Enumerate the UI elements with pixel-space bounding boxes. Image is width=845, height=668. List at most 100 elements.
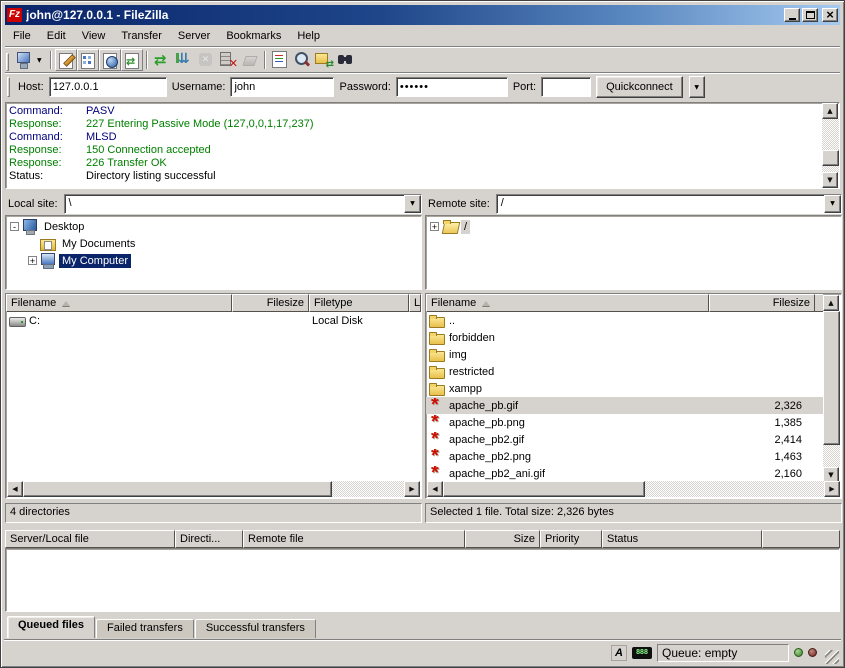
disconnect-button[interactable] <box>217 49 239 71</box>
column-header[interactable]: Filesize <box>232 294 309 312</box>
remote-vertical-scrollbar[interactable] <box>823 295 840 483</box>
scroll-left-icon[interactable] <box>427 481 443 497</box>
queue-column-header[interactable]: Priority <box>540 530 602 548</box>
file-row[interactable]: img <box>426 346 824 363</box>
quickconnect-gripper[interactable] <box>7 77 10 97</box>
menu-item[interactable]: Transfer <box>113 28 170 44</box>
speed-limits-icon[interactable]: 888 <box>632 647 652 659</box>
toolbar-separator[interactable] <box>50 51 52 69</box>
menu-item[interactable]: Bookmarks <box>218 28 289 44</box>
file-row[interactable]: apache_pb.gif 2,326 <box>426 397 824 414</box>
queue-column-header[interactable]: Server/Local file <box>5 530 175 548</box>
queue-tab[interactable]: Queued files <box>7 616 95 638</box>
expand-expander-icon[interactable]: + <box>430 222 439 231</box>
toggle-remote-tree-button[interactable] <box>99 49 121 71</box>
collapse-expander-icon[interactable]: - <box>10 222 19 231</box>
remote-horizontal-scrollbar[interactable] <box>427 481 840 497</box>
scroll-left-icon[interactable] <box>7 481 23 497</box>
file-row[interactable]: apache_pb2_ani.gif 2,160 <box>426 465 824 482</box>
toolbar-gripper[interactable] <box>6 53 9 71</box>
scroll-thumb[interactable] <box>822 150 839 166</box>
menu-item[interactable]: View <box>74 28 114 44</box>
process-queue-button[interactable] <box>173 49 195 71</box>
chevron-down-icon[interactable] <box>404 195 421 213</box>
site-manager-dropdown[interactable] <box>35 49 47 71</box>
scroll-track[interactable] <box>823 311 840 467</box>
filter-button[interactable] <box>269 49 291 71</box>
site-manager-button[interactable] <box>13 49 35 71</box>
log-vertical-scrollbar[interactable] <box>822 103 839 188</box>
cancel-operation-button[interactable] <box>195 49 217 71</box>
local-pane: Local site: \ - Desktop My Documents + M… <box>5 192 422 524</box>
tree-item-my-computer[interactable]: + My Computer <box>10 252 421 269</box>
column-header[interactable]: L <box>409 294 421 312</box>
tree-item-my-documents[interactable]: My Documents <box>10 235 421 252</box>
local-horizontal-scrollbar[interactable] <box>7 481 420 497</box>
toolbar-separator[interactable] <box>146 51 148 69</box>
maximize-button[interactable] <box>802 8 818 22</box>
toggle-message-log-button[interactable] <box>55 49 77 71</box>
menu-item[interactable]: Edit <box>39 28 74 44</box>
quickconnect-button[interactable]: Quickconnect <box>596 76 683 98</box>
find-files-button[interactable] <box>335 49 357 71</box>
close-button[interactable] <box>822 8 838 22</box>
queue-list-body[interactable] <box>5 548 840 612</box>
file-row[interactable]: apache_pb2.png 1,463 <box>426 448 824 465</box>
synchronized-browsing-button[interactable] <box>313 49 335 71</box>
scroll-thumb[interactable] <box>823 311 840 445</box>
username-input[interactable] <box>230 77 334 97</box>
column-header[interactable]: Filename <box>426 294 709 312</box>
tree-item-desktop[interactable]: - Desktop <box>10 218 421 235</box>
file-row[interactable]: apache_pb2.gif 2,414 <box>426 431 824 448</box>
scroll-up-icon[interactable] <box>822 103 838 119</box>
menu-item[interactable]: Help <box>289 28 328 44</box>
toggle-queue-button[interactable] <box>121 49 143 71</box>
reconnect-button[interactable] <box>239 49 261 71</box>
host-input[interactable] <box>49 77 167 97</box>
column-header[interactable]: Filename <box>6 294 232 312</box>
file-row[interactable]: C: Local Disk <box>6 312 421 329</box>
scroll-down-icon[interactable] <box>822 172 838 188</box>
file-row[interactable]: xampp <box>426 380 824 397</box>
toggle-local-tree-button[interactable] <box>77 49 99 71</box>
scroll-track[interactable] <box>822 119 839 172</box>
queue-tab[interactable]: Successful transfers <box>195 619 316 638</box>
toolbar <box>5 46 840 71</box>
column-header[interactable]: Filesize <box>709 294 815 312</box>
resize-grip[interactable] <box>825 650 839 664</box>
menu-item[interactable]: Server <box>170 28 218 44</box>
scroll-up-icon[interactable] <box>823 295 839 311</box>
scroll-thumb[interactable] <box>23 481 332 497</box>
local-site-combo[interactable]: \ <box>64 194 422 214</box>
queue-column-header[interactable]: Directi... <box>175 530 243 548</box>
directory-comparison-button[interactable] <box>291 49 313 71</box>
queue-column-header[interactable] <box>762 530 840 548</box>
file-row[interactable]: restricted <box>426 363 824 380</box>
scroll-right-icon[interactable] <box>824 481 840 497</box>
scroll-track[interactable] <box>443 481 824 497</box>
chevron-down-icon[interactable] <box>824 195 841 213</box>
title-bar[interactable]: Fz john@127.0.0.1 - FileZilla <box>5 5 840 25</box>
scroll-track[interactable] <box>23 481 404 497</box>
toolbar-separator[interactable] <box>264 51 266 69</box>
log-line-label: Response: <box>9 157 86 170</box>
queue-column-header[interactable]: Remote file <box>243 530 465 548</box>
queue-column-header[interactable]: Status <box>602 530 762 548</box>
minimize-button[interactable] <box>784 8 800 22</box>
port-input[interactable] <box>541 77 591 97</box>
file-row[interactable]: .. <box>426 312 824 329</box>
scroll-right-icon[interactable] <box>404 481 420 497</box>
file-row[interactable]: forbidden <box>426 329 824 346</box>
expand-expander-icon[interactable]: + <box>28 256 37 265</box>
tree-item-root[interactable]: + / <box>430 218 841 235</box>
menu-item[interactable]: File <box>5 28 39 44</box>
file-row[interactable]: apache_pb.png 1,385 <box>426 414 824 431</box>
refresh-button[interactable] <box>151 49 173 71</box>
remote-site-combo[interactable]: / <box>496 194 842 214</box>
queue-column-header[interactable]: Size <box>465 530 540 548</box>
column-header[interactable]: Filetype <box>309 294 409 312</box>
queue-tab[interactable]: Failed transfers <box>96 619 194 638</box>
scroll-thumb[interactable] <box>443 481 645 497</box>
quickconnect-dropdown[interactable] <box>689 76 705 98</box>
password-input[interactable] <box>396 77 508 97</box>
